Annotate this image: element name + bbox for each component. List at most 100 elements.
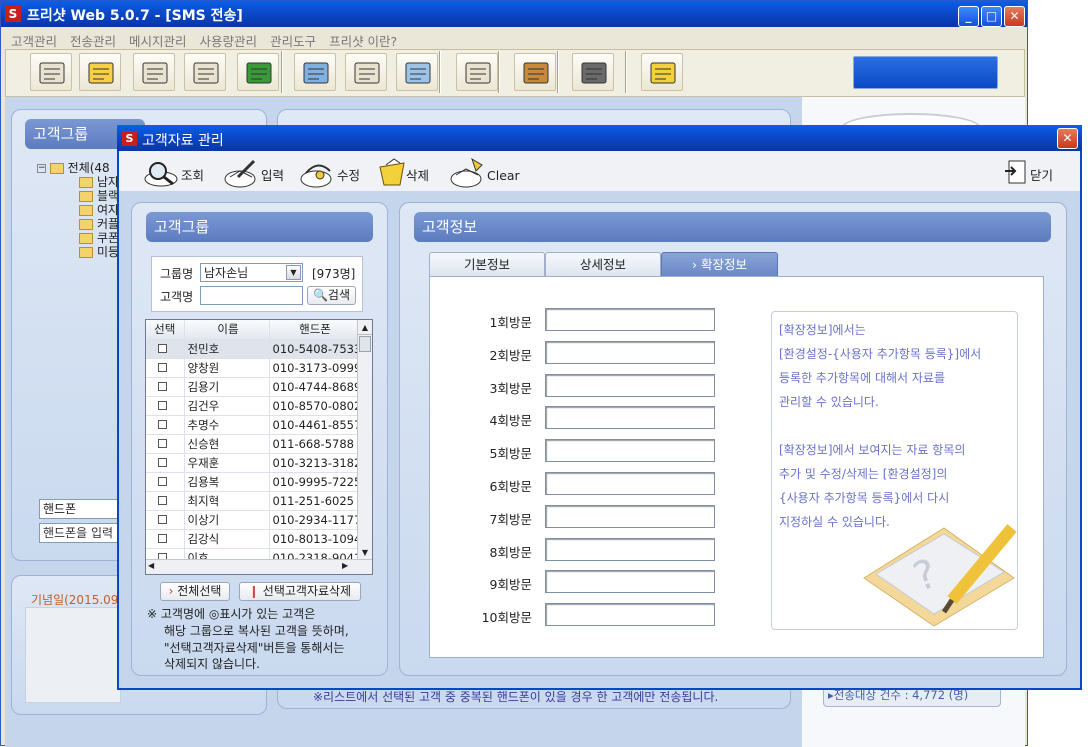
toolbar-separator xyxy=(498,51,500,93)
bg-tree-item[interactable]: 커플 xyxy=(79,217,119,231)
bg-tree-item[interactable]: 여자 xyxy=(79,203,119,217)
main-toolbar-button-4[interactable] xyxy=(237,53,279,91)
bg-search-type-select[interactable]: 핸드폰 xyxy=(39,499,125,519)
menu-item-5[interactable]: 프리샷 이란? xyxy=(329,34,397,49)
visit-input-6[interactable] xyxy=(545,472,715,495)
column-phone-header[interactable]: 핸드폰 xyxy=(269,320,359,340)
table-row[interactable]: 전민호 010-5408-7533 xyxy=(146,339,359,359)
row-checkbox[interactable] xyxy=(146,339,185,359)
customer-search-button[interactable]: 🔍검색 xyxy=(307,286,356,305)
window-close-button[interactable]: ✕ xyxy=(1004,6,1025,27)
maximize-button[interactable]: □ xyxy=(981,6,1002,27)
table-row[interactable]: 김용복 010-9995-7225 xyxy=(146,472,359,492)
chevron-down-icon[interactable]: ▼ xyxy=(286,265,301,280)
main-toolbar-button-3[interactable] xyxy=(184,53,226,91)
minimize-button[interactable]: _ xyxy=(958,6,979,27)
toolbar-insert-button[interactable]: 입력 xyxy=(224,157,288,189)
visit-input-4[interactable] xyxy=(545,406,715,430)
main-toolbar-button-0[interactable] xyxy=(30,53,72,91)
table-row[interactable]: 우재훈 010-3213-3182 xyxy=(146,453,359,473)
table-row[interactable]: 최지혁 011-251-6025 xyxy=(146,491,359,511)
toolbar-clear-button[interactable]: Clear xyxy=(450,157,524,189)
group-select[interactable]: 남자손님 ▼ xyxy=(200,263,303,282)
visit-input-10[interactable] xyxy=(545,603,715,627)
bg-tree-item[interactable]: 미등 xyxy=(79,245,119,259)
customer-name-input[interactable] xyxy=(200,286,303,305)
visit-input-2[interactable] xyxy=(545,340,715,364)
toolbar-search-button[interactable]: 조회 xyxy=(143,157,207,189)
main-toolbar-button-1[interactable] xyxy=(79,53,121,91)
row-phone-cell: 010-9995-7225 xyxy=(269,472,359,492)
bg-search-input[interactable]: 핸드폰을 입력 xyxy=(39,523,125,543)
help-line: [확장정보]에서는 xyxy=(779,323,866,337)
row-checkbox[interactable] xyxy=(146,415,185,435)
bg-notice-text: ※리스트에서 선택된 고객 중 중복된 핸드폰이 있을 경우 한 고객에만 전송… xyxy=(313,690,719,704)
bg-tree-root[interactable]: 전체(48 xyxy=(68,161,110,175)
visit-input-7[interactable] xyxy=(545,504,715,528)
toolbar-close-button[interactable]: 닫기 xyxy=(1003,157,1059,189)
row-checkbox[interactable] xyxy=(146,453,185,473)
row-checkbox[interactable] xyxy=(146,434,185,454)
table-row[interactable]: 이상기 010-2934-1177 xyxy=(146,510,359,530)
table-row[interactable]: 김용기 010-4744-8689 xyxy=(146,377,359,397)
column-select-header[interactable]: 선택 xyxy=(146,320,185,340)
select-all-button[interactable]: › 전체선택 xyxy=(160,582,230,601)
bg-tree-item-label: 남자 xyxy=(97,175,120,189)
books-clock-icon xyxy=(405,62,431,84)
table-row[interactable]: 추명수 010-4461-8557 xyxy=(146,415,359,435)
grid-vertical-scrollbar[interactable]: ▲ ▼ xyxy=(357,320,372,560)
row-checkbox[interactable] xyxy=(146,472,185,492)
menu-item-3[interactable]: 사용량관리 xyxy=(200,34,258,49)
grid-horizontal-scrollbar[interactable]: ◀ ▶ xyxy=(146,559,372,574)
visit-input-1[interactable] xyxy=(545,308,715,331)
visit-input-9[interactable] xyxy=(545,570,715,594)
menu-item-4[interactable]: 관리도구 xyxy=(270,34,316,49)
bg-tree-item[interactable]: 남자 xyxy=(79,175,119,189)
customer-name-label: 고객명 xyxy=(160,290,194,304)
row-name-cell: 김용기 xyxy=(184,377,270,397)
table-row[interactable]: 김강식 010-8013-1094 xyxy=(146,529,359,549)
scroll-up-icon[interactable]: ▲ xyxy=(358,320,372,335)
main-toolbar-button-6[interactable] xyxy=(345,53,387,91)
menu-item-2[interactable]: 메시지관리 xyxy=(129,34,187,49)
bg-tree-item-label: 미등 xyxy=(97,245,120,259)
visit-input-5[interactable] xyxy=(545,439,715,463)
row-checkbox[interactable] xyxy=(146,529,185,549)
scroll-down-icon[interactable]: ▼ xyxy=(358,545,372,560)
menu-item-1[interactable]: 전송관리 xyxy=(70,34,116,49)
table-row[interactable]: 김건우 010-8570-0802 xyxy=(146,396,359,416)
tree-expander-icon[interactable]: − xyxy=(37,164,46,173)
bg-tree-item[interactable]: 블랙 xyxy=(79,189,119,203)
scroll-left-icon[interactable]: ◀ xyxy=(148,561,154,570)
tab-basic-info[interactable]: 기본정보 xyxy=(429,252,545,276)
main-toolbar-button-9[interactable] xyxy=(514,53,556,91)
row-checkbox[interactable] xyxy=(146,510,185,530)
row-checkbox[interactable] xyxy=(146,396,185,416)
column-name-header[interactable]: 이름 xyxy=(184,320,270,340)
main-toolbar-button-8[interactable] xyxy=(456,53,498,91)
row-checkbox[interactable] xyxy=(146,491,185,511)
main-toolbar-button-7[interactable] xyxy=(396,53,438,91)
menu-item-0[interactable]: 고객관리 xyxy=(11,34,57,49)
table-row[interactable]: 신승현 011-668-5788 xyxy=(146,434,359,454)
main-toolbar-button-2[interactable] xyxy=(133,53,175,91)
table-row[interactable]: 양창원 010-3173-0999 xyxy=(146,358,359,378)
visit-label-5: 5회방문 xyxy=(489,446,532,462)
toolbar-delete-button[interactable]: 삭제 xyxy=(376,157,440,189)
visit-input-8[interactable] xyxy=(545,537,715,561)
tab-detail-info[interactable]: 상세정보 xyxy=(545,252,661,276)
bar-icon: ❙ xyxy=(248,584,259,598)
row-checkbox[interactable] xyxy=(146,377,185,397)
main-toolbar-button-11[interactable] xyxy=(641,53,683,91)
main-toolbar-button-5[interactable] xyxy=(294,53,336,91)
tab-extended-info[interactable]: › 확장정보 xyxy=(661,252,778,276)
toolbar-edit-button[interactable]: 수정 xyxy=(300,157,364,189)
visit-input-3[interactable] xyxy=(545,373,715,397)
bg-tree-item[interactable]: 쿠폰 xyxy=(79,231,119,245)
scroll-thumb[interactable] xyxy=(359,336,371,352)
dialog-close-button[interactable]: ✕ xyxy=(1057,128,1078,149)
row-checkbox[interactable] xyxy=(146,358,185,378)
delete-selected-button[interactable]: ❙ 선택고객자료삭제 xyxy=(239,582,361,601)
main-toolbar-button-10[interactable] xyxy=(572,53,614,91)
scroll-right-icon[interactable]: ▶ xyxy=(342,561,348,570)
